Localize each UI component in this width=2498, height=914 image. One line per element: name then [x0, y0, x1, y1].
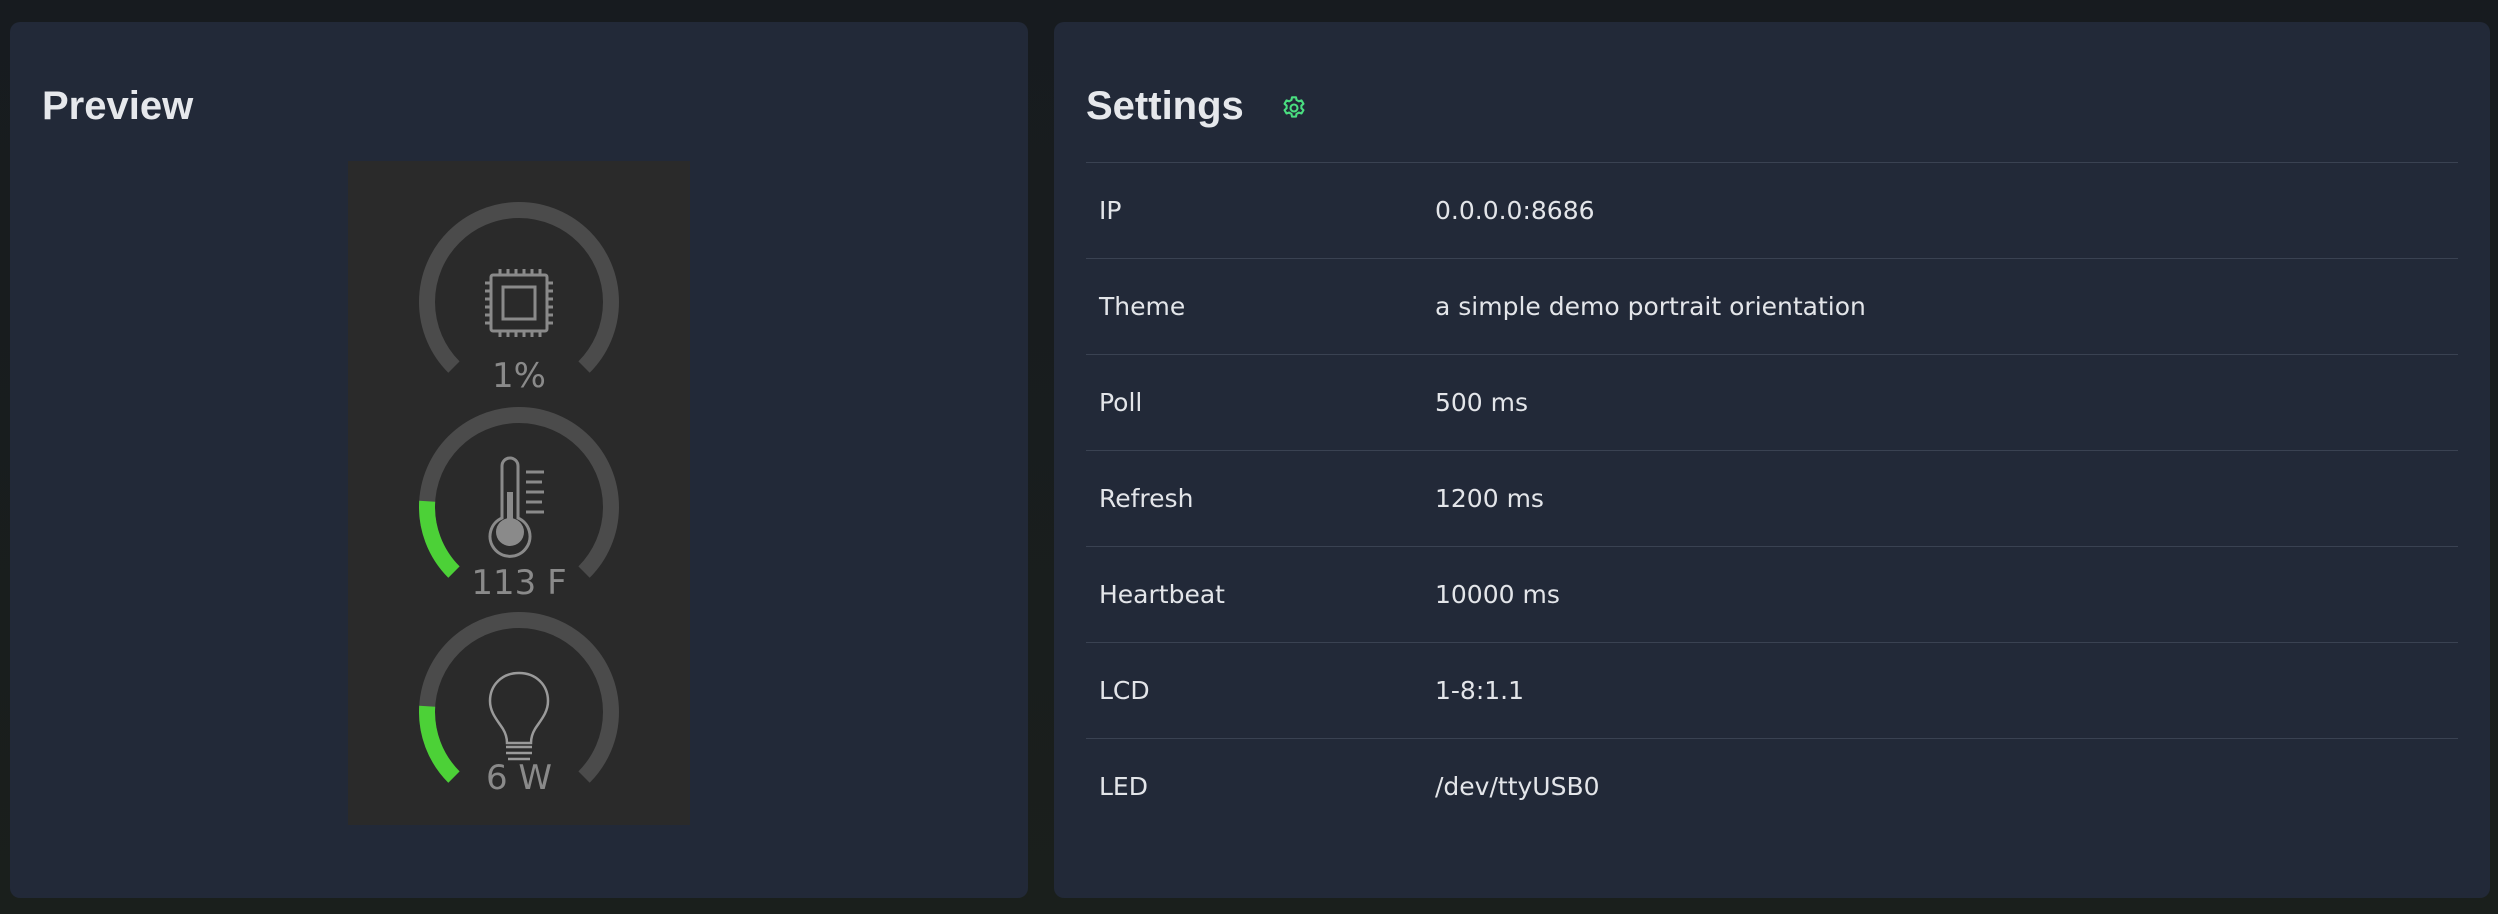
settings-key: Heartbeat	[1099, 580, 1225, 609]
settings-panel: Settings IP 0.0.0.0:8686 Theme a simple …	[1054, 22, 2490, 898]
settings-value: a simple demo portrait orientation	[1435, 292, 1866, 321]
settings-value: 500 ms	[1435, 388, 1529, 417]
settings-title: Settings	[1086, 84, 1244, 128]
settings-value: /dev/ttyUSB0	[1435, 772, 1600, 802]
settings-table: IP 0.0.0.0:8686 Theme a simple demo port…	[1086, 162, 2458, 835]
cpu-gauge-track	[419, 202, 619, 373]
settings-row-ip: IP 0.0.0.0:8686	[1086, 162, 2458, 259]
settings-row-theme: Theme a simple demo portrait orientation	[1086, 258, 2458, 355]
settings-row-poll: Poll 500 ms	[1086, 354, 2458, 451]
cpu-icon	[485, 269, 553, 337]
settings-key: IP	[1099, 196, 1122, 225]
settings-row-lcd: LCD 1-8:1.1	[1086, 642, 2458, 739]
settings-key: Poll	[1099, 388, 1143, 417]
settings-row-refresh: Refresh 1200 ms	[1086, 450, 2458, 547]
settings-value: 0.0.0.0:8686	[1435, 196, 1595, 225]
temperature-value-label: 113 F	[471, 563, 567, 603]
power-gauge: 6 W	[348, 609, 690, 809]
settings-key: LED	[1099, 772, 1148, 802]
settings-value: 1-8:1.1	[1435, 676, 1525, 705]
settings-value: 10000 ms	[1435, 580, 1560, 609]
gear-icon[interactable]	[1280, 94, 1308, 122]
settings-key: Theme	[1099, 292, 1186, 321]
thermometer-icon	[488, 456, 544, 558]
cpu-value-label: 1%	[492, 356, 546, 396]
lightbulb-icon	[488, 671, 550, 761]
settings-row-led: LED /dev/ttyUSB0	[1086, 738, 2458, 835]
cpu-gauge: 1%	[348, 199, 690, 399]
settings-key: Refresh	[1099, 484, 1194, 513]
lcd-preview-screen: 1% 113 F 6 W	[348, 161, 690, 825]
preview-title: Preview	[42, 84, 194, 128]
settings-key: LCD	[1099, 676, 1150, 705]
settings-value: 1200 ms	[1435, 484, 1544, 513]
preview-panel: Preview 1% 113 F 6 W	[10, 22, 1028, 898]
temperature-gauge-fill	[419, 500, 460, 578]
temperature-gauge: 113 F	[348, 404, 690, 604]
power-value-label: 6 W	[485, 758, 553, 798]
settings-row-heartbeat: Heartbeat 10000 ms	[1086, 546, 2458, 643]
